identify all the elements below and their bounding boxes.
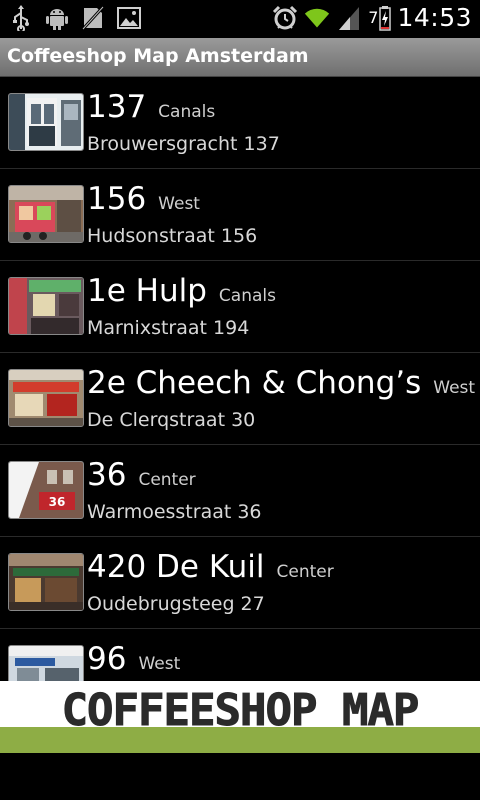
shop-address: Hudsonstraat 156 xyxy=(87,225,258,247)
battery-level: 7 xyxy=(368,8,379,27)
coffeeshop-map-banner[interactable]: COFFEESHOP MAP xyxy=(0,681,480,753)
shop-name-line: 96 West xyxy=(87,641,180,677)
shop-thumbnail xyxy=(8,369,84,427)
status-bar: 7 14:53 xyxy=(0,0,480,38)
battery-indicator: 7 xyxy=(368,4,392,32)
shop-thumbnail xyxy=(8,553,84,611)
system-icons: 7 14:53 xyxy=(272,3,472,32)
shop-area: Canals xyxy=(158,102,216,122)
shop-name: 2e Cheech & Chong’s xyxy=(87,365,422,401)
shop-thumbnail: 36 xyxy=(8,461,84,519)
shop-thumbnail xyxy=(8,645,84,681)
shop-area: West xyxy=(138,654,181,674)
shop-name-line: 156 West xyxy=(87,181,200,217)
signal-icon xyxy=(336,4,362,32)
shop-address: Warmoesstraat 36 xyxy=(87,501,262,523)
shop-area: West xyxy=(433,378,476,398)
status-clock: 14:53 xyxy=(397,3,472,32)
list-item[interactable]: 137 Canals Brouwersgracht 137 xyxy=(0,77,480,169)
notification-icons xyxy=(8,4,142,32)
list-item[interactable]: 2e Cheech & Chong’s West De Clerqstraat 3… xyxy=(0,353,480,445)
shop-name-line: 137 Canals xyxy=(87,89,215,125)
coffeeshop-list[interactable]: 137 Canals Brouwersgracht 137 156 West Hud… xyxy=(0,77,480,681)
shop-name: 1e Hulp xyxy=(87,273,207,309)
shop-name: 36 xyxy=(87,457,127,493)
shop-address: Oudebrugsteeg 27 xyxy=(87,593,265,615)
banner-logo-text: COFFEESHOP MAP xyxy=(61,685,420,737)
no-sdcard-icon xyxy=(80,4,106,32)
shop-name: 96 xyxy=(87,641,127,677)
shop-name-line: 1e Hulp Canals xyxy=(87,273,276,309)
shop-name: 420 De Kuil xyxy=(87,549,265,585)
list-item[interactable]: 420 De Kuil Center Oudebrugsteeg 27 xyxy=(0,537,480,629)
app-title: Coffeeshop Map Amsterdam xyxy=(7,45,309,67)
battery-charging-icon xyxy=(379,4,392,32)
shop-area: Center xyxy=(138,470,196,490)
app-title-bar: Coffeeshop Map Amsterdam xyxy=(0,38,480,77)
wifi-icon xyxy=(304,4,330,32)
list-item[interactable]: 1e Hulp Canals Marnixstraat 194 xyxy=(0,261,480,353)
shop-area: West xyxy=(158,194,200,214)
shop-address: De Clerqstraat 30 xyxy=(87,409,256,431)
list-item[interactable]: 96 West xyxy=(0,629,480,681)
gallery-icon xyxy=(116,4,142,32)
android-debug-icon xyxy=(44,4,70,32)
alarm-icon xyxy=(272,4,298,32)
shop-name-line: 420 De Kuil Center xyxy=(87,549,334,585)
shop-area: Canals xyxy=(218,286,276,306)
shop-thumbnail xyxy=(8,93,84,151)
shop-name: 156 xyxy=(87,181,147,217)
shop-area: Center xyxy=(276,562,334,582)
shop-thumbnail xyxy=(8,277,84,335)
shop-address: Brouwersgracht 137 xyxy=(87,133,280,155)
shop-name-line: 36 Center xyxy=(87,457,196,493)
shop-address: Marnixstraat 194 xyxy=(87,317,250,339)
shop-name: 137 xyxy=(87,89,147,125)
shop-thumbnail xyxy=(8,185,84,243)
shop-name-line: 2e Cheech & Chong’s West xyxy=(87,365,475,401)
svg-text:36: 36 xyxy=(49,495,66,509)
list-item[interactable]: 36 36 Center Warmoesstraat 36 xyxy=(0,445,480,537)
usb-icon xyxy=(8,4,34,32)
list-item[interactable]: 156 West Hudsonstraat 156 xyxy=(0,169,480,261)
